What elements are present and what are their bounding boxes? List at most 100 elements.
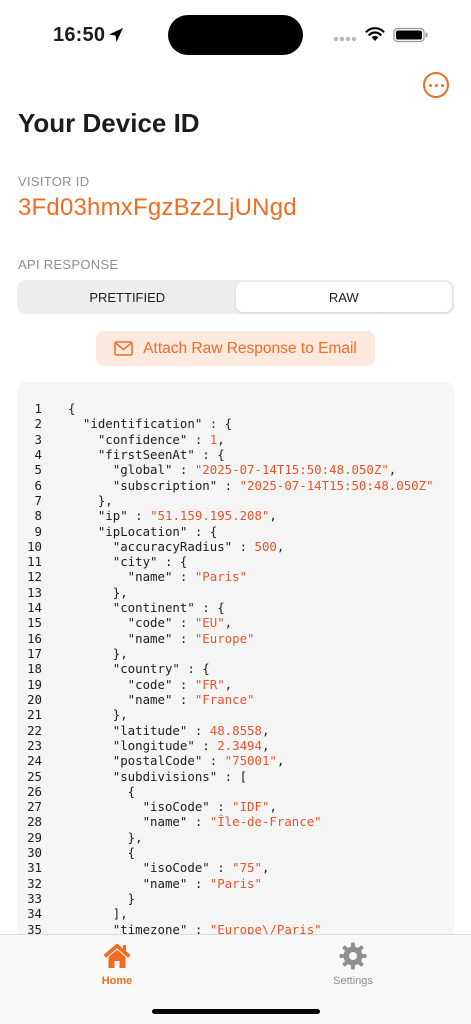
attach-raw-response-button[interactable]: Attach Raw Response to Email [96,331,375,366]
code-text: }, [68,493,113,508]
code-token: "code" : [68,676,195,692]
code-text: ], [68,906,128,921]
code-token: "continent" : { [68,600,225,616]
line-number: 34 [27,906,42,922]
code-text: }, [68,830,143,845]
code-token: "postalCode" : [68,753,225,769]
line-number: 15 [27,615,42,631]
code-token: "ip" : [68,508,151,524]
line-number: 14 [27,600,42,616]
line-number: 23 [27,737,42,753]
code-token: "identification" : { [68,416,233,432]
code-text: "country" : { [68,661,210,676]
segment-raw[interactable]: RAW [235,282,452,312]
envelope-icon [114,341,133,356]
code-text: "firstSeenAt" : { [68,447,225,462]
code-token: , [388,462,397,478]
code-token: , [224,676,233,692]
string-value: "Paris" [209,875,262,891]
code-text: }, [68,707,128,722]
code-token: "name" : [68,630,195,646]
more-options-button[interactable] [423,72,449,98]
code-token: "confidence" : [68,431,210,447]
string-value: "Paris" [194,569,248,585]
line-number: 7 [34,492,42,508]
code-text: "subscription" : "2025-07-14T15:50:48.05… [68,478,434,493]
string-value: "2025-07-14T15:50:48.050Z" [194,462,389,478]
battery-icon [393,27,428,43]
line-number: 10 [27,538,42,554]
status-time: 16:50 [53,24,106,46]
json-response-viewer[interactable]: 1 {2 "identification" : {3 "confidence" :… [17,382,454,942]
wifi-icon [365,27,385,41]
code-token: "accuracyRadius" : [68,538,255,554]
string-value: "75" [232,860,262,876]
code-token: "name" : [68,814,210,830]
line-number: 30 [27,845,42,861]
line-number: 17 [27,646,42,661]
line-number: 32 [27,875,42,891]
line-number: 1 [34,401,42,416]
line-number: 3 [34,431,42,447]
code-token: , [261,860,270,876]
line-number: 4 [34,446,42,462]
attach-button-label: Attach Raw Response to Email [143,339,357,357]
code-text: "isoCode" : "IDF", [68,799,277,814]
code-token: "name" : [68,875,210,891]
code-text: "name" : "Île-de-France" [68,814,322,829]
code-token: , [261,722,270,738]
code-text: }, [68,585,128,600]
string-value: "51.159.195.208" [150,508,270,524]
code-token: "name" : [68,691,195,707]
code-token: { [68,783,136,799]
code-token: , [276,753,285,769]
line-number: 12 [27,569,42,585]
line-number: 9 [34,523,42,539]
code-text: "postalCode" : "75001", [68,753,285,769]
code-token: }, [68,707,128,723]
line-number: 27 [27,799,42,815]
segment-prettified[interactable]: PRETTIFIED [19,282,236,312]
code-token: "city" : { [68,554,188,570]
code-token: "subscription" : [68,477,240,493]
code-text: { [68,784,135,799]
string-value: "2025-07-14T15:50:48.050Z" [239,477,434,493]
status-bar: 16:50 [0,0,471,64]
line-number: 8 [34,508,42,524]
visitor-id-label: VISITOR ID [18,174,90,189]
code-text: "code" : "FR", [68,677,232,692]
code-text: "code" : "EU", [68,615,232,630]
code-token: "country" : { [68,661,210,677]
code-token: { [68,401,76,416]
house-icon [103,943,131,968]
line-number: 11 [27,554,42,570]
code-token: }, [68,646,128,661]
code-text: "accuracyRadius" : 500, [68,538,285,554]
dynamic-island [168,15,303,55]
code-token: ], [68,906,128,922]
line-number: 31 [27,860,42,876]
response-format-segmented-control: PRETTIFIED RAW [17,280,454,314]
code-text: "subdivisions" : [ [68,769,247,784]
tab-settings[interactable]: Settings [313,941,393,987]
line-number: 6 [34,477,42,493]
page-title: Your Device ID [18,108,200,138]
code-text: "confidence" : 1, [68,432,225,447]
code-token: { [68,845,136,861]
string-value: "EU" [194,615,225,631]
string-value: "75001" [224,753,277,769]
location-arrow-icon [109,28,123,42]
line-number: 25 [27,768,42,784]
string-value: "FR" [194,676,225,692]
line-number: 29 [27,829,42,845]
line-number: 18 [27,661,42,677]
line-number: 22 [27,722,42,738]
code-token: "latitude" : [68,722,210,738]
line-number: 33 [27,891,42,906]
tab-home[interactable]: Home [77,941,157,987]
code-token: } [68,891,136,906]
line-number: 24 [27,753,42,769]
line-number: 5 [34,462,42,478]
code-text: "name" : "Paris" [68,569,247,584]
code-text: "isoCode" : "75", [68,860,270,876]
